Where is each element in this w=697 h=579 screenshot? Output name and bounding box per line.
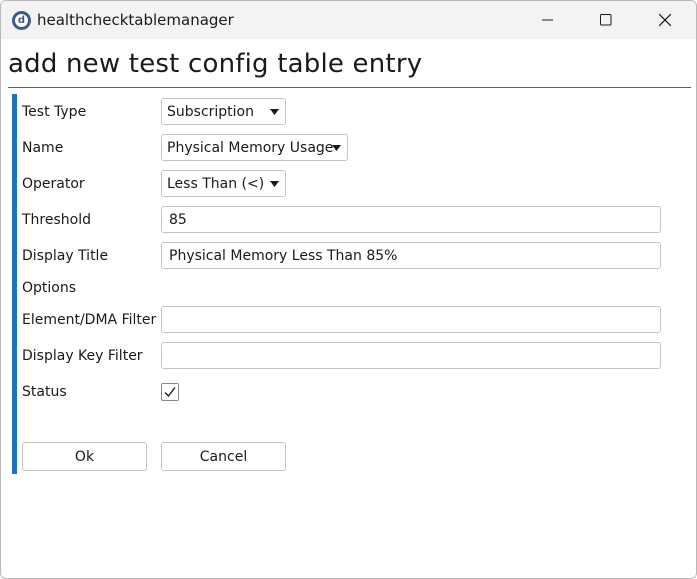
display-title-value: Physical Memory Less Than 85% bbox=[169, 248, 398, 264]
name-value: Physical Memory Usage bbox=[167, 140, 334, 156]
ok-button[interactable]: Ok bbox=[22, 442, 147, 471]
display-title-input[interactable]: Physical Memory Less Than 85% bbox=[161, 242, 661, 269]
options-label: Options bbox=[22, 280, 77, 296]
chevron-down-icon bbox=[270, 109, 279, 115]
name-label: Name bbox=[22, 140, 64, 156]
threshold-input[interactable]: 85 bbox=[161, 206, 661, 233]
status-checkbox[interactable] bbox=[161, 383, 179, 401]
test-type-label: Test Type bbox=[22, 104, 87, 120]
dialog-window: d healthchecktablemanager add new test c… bbox=[0, 0, 697, 579]
page-title: add new test config table entry bbox=[8, 49, 423, 79]
operator-label: Operator bbox=[22, 176, 85, 192]
maximize-button[interactable] bbox=[583, 1, 629, 39]
chevron-down-icon bbox=[332, 145, 341, 151]
display-key-filter-input[interactable] bbox=[161, 342, 661, 369]
name-dropdown[interactable]: Physical Memory Usage bbox=[161, 134, 348, 161]
form-accent-bar bbox=[12, 94, 17, 474]
close-icon bbox=[659, 14, 671, 26]
close-button[interactable] bbox=[642, 1, 688, 39]
threshold-value: 85 bbox=[169, 212, 187, 228]
test-type-value: Subscription bbox=[167, 104, 254, 120]
display-title-label: Display Title bbox=[22, 248, 109, 264]
threshold-label: Threshold bbox=[22, 212, 91, 228]
display-key-filter-label: Display Key Filter bbox=[22, 348, 143, 364]
operator-value: Less Than (<) bbox=[167, 176, 265, 192]
chevron-down-icon bbox=[270, 181, 279, 187]
element-filter-label: Element/DMA Filter bbox=[22, 312, 157, 328]
cancel-button[interactable]: Cancel bbox=[161, 442, 286, 471]
operator-dropdown[interactable]: Less Than (<) bbox=[161, 170, 286, 197]
element-filter-input[interactable] bbox=[161, 306, 661, 333]
test-type-dropdown[interactable]: Subscription bbox=[161, 98, 286, 125]
status-label: Status bbox=[22, 384, 67, 400]
window-title: healthchecktablemanager bbox=[37, 11, 234, 29]
app-logo-icon: d bbox=[12, 11, 31, 30]
minimize-icon bbox=[542, 19, 553, 21]
title-bar[interactable]: d healthchecktablemanager bbox=[1, 1, 696, 39]
maximize-icon bbox=[600, 14, 612, 26]
ok-button-label: Ok bbox=[74, 449, 95, 465]
cancel-button-label: Cancel bbox=[199, 449, 248, 465]
app-logo-letter: d bbox=[15, 14, 28, 27]
checkmark-icon bbox=[164, 387, 176, 398]
heading-divider bbox=[8, 87, 691, 88]
minimize-button[interactable] bbox=[525, 1, 571, 39]
